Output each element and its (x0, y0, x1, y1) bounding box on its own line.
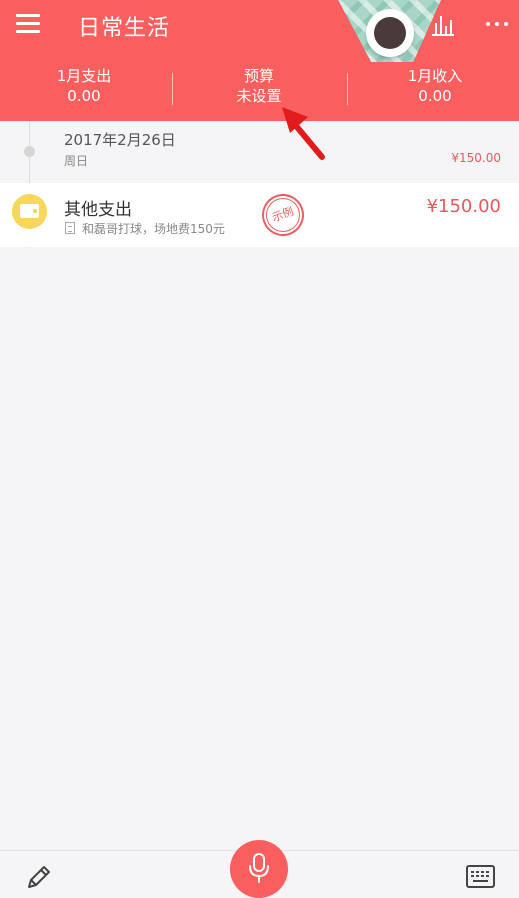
budget-label: 预算 (243, 67, 274, 85)
list-item[interactable]: 其他支出 和磊哥打球，场地费150元 示例 ¥150.00 (0, 183, 519, 247)
weekday-label: 周日 (64, 154, 89, 168)
divider (172, 73, 173, 105)
menu-icon[interactable] (16, 14, 40, 34)
entry-note: 和磊哥打球，场地费150元 (82, 222, 225, 236)
budget[interactable]: 预算 未设置 (209, 66, 309, 106)
divider (347, 73, 348, 105)
entry-category: 其他支出 (64, 200, 132, 220)
wallet-icon (12, 194, 47, 229)
monthly-income-label: 1月收入 (407, 67, 463, 85)
monthly-income-value: 0.00 (418, 87, 452, 105)
monthly-expense[interactable]: 1月支出 0.00 (34, 66, 134, 106)
keyboard-icon[interactable] (466, 865, 495, 888)
monthly-expense-value: 0.00 (67, 87, 101, 105)
sample-stamp-text: 示例 (270, 204, 296, 225)
more-icon[interactable] (484, 18, 510, 30)
note-icon (65, 222, 75, 234)
day-total: ¥150.00 (451, 151, 501, 165)
microphone-icon (249, 853, 269, 883)
monthly-expense-label: 1月支出 (56, 67, 112, 85)
bar-chart-icon[interactable] (431, 14, 455, 36)
date-heading: 2017年2月26日 (64, 131, 176, 149)
voice-input-button[interactable] (230, 840, 288, 898)
monthly-income[interactable]: 1月收入 0.00 (385, 66, 485, 106)
app-title: 日常生活 (78, 16, 171, 41)
header-bar: 日常生活 1月支出 0.00 预算 未设置 1月收入 0.00 (0, 0, 519, 121)
sample-stamp: 示例 (256, 188, 310, 242)
arrow-pointer-icon (282, 107, 325, 160)
pencil-icon[interactable] (25, 863, 53, 891)
entry-amount: ¥150.00 (426, 196, 501, 217)
timeline-dot (24, 146, 35, 157)
coffee-cup-avatar[interactable] (366, 9, 414, 57)
